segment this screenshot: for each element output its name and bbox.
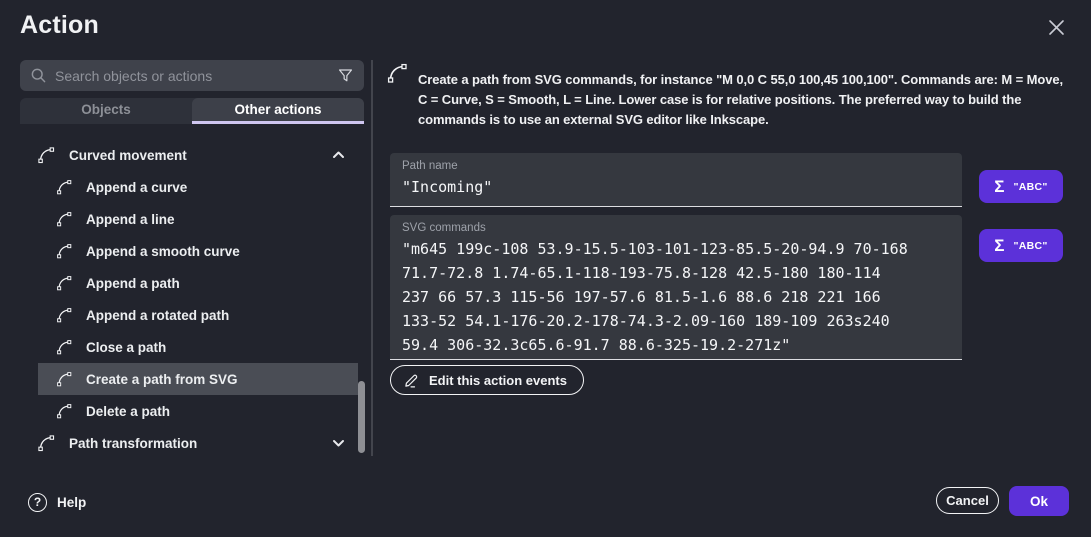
path-name-label: Path name <box>402 160 950 172</box>
help-icon: ? <box>28 493 47 512</box>
action-description: Create a path from SVG commands, for ins… <box>418 70 1074 130</box>
edit-events-label: Edit this action events <box>429 373 567 388</box>
tree-row-label: Append a path <box>86 276 180 291</box>
tree-item-delete-a-path[interactable]: Delete a path <box>38 395 358 427</box>
svg-commands-value[interactable]: "m645 199c-108 53.9-15.5-103-101-123-85.… <box>402 237 950 357</box>
help-label: Help <box>57 495 86 510</box>
tree-row-label: Path transformation <box>69 436 197 451</box>
curve-path-icon <box>55 274 73 292</box>
tree-item-append-a-rotated-path[interactable]: Append a rotated path <box>38 299 358 331</box>
curve-path-icon <box>385 61 409 85</box>
edit-action-events-button[interactable]: Edit this action events <box>390 365 584 395</box>
tree-row-label: Delete a path <box>86 404 170 419</box>
cancel-button[interactable]: Cancel <box>936 487 999 514</box>
tree-row-label: Append a line <box>86 212 175 227</box>
sigma-icon: Σ <box>994 237 1004 254</box>
tree-item-append-a-curve[interactable]: Append a curve <box>38 171 358 203</box>
chevron-up-icon[interactable] <box>332 151 345 160</box>
tab-other-actions[interactable]: Other actions <box>192 98 364 124</box>
curve-path-icon <box>55 178 73 196</box>
tree-group-path-transformation[interactable]: Path transformation <box>20 427 358 459</box>
expression-editor-button-path-name[interactable]: Σ "ABC" <box>979 170 1063 203</box>
tree-row-label: Append a rotated path <box>86 308 229 323</box>
curve-path-icon <box>36 433 56 453</box>
svg-commands-field[interactable]: SVG commands "m645 199c-108 53.9-15.5-10… <box>390 215 962 360</box>
tree-row-label: Close a path <box>86 340 166 355</box>
tree-item-create-a-path-from-svg[interactable]: Create a path from SVG <box>38 363 358 395</box>
list-scrollbar-thumb[interactable] <box>358 381 365 453</box>
expression-editor-button-svg-commands[interactable]: Σ "ABC" <box>979 229 1063 262</box>
search-input[interactable] <box>55 68 329 84</box>
pane-divider <box>371 60 373 456</box>
ok-button[interactable]: Ok <box>1009 486 1069 516</box>
abc-label: "ABC" <box>1013 181 1047 193</box>
sigma-icon: Σ <box>994 178 1004 195</box>
curve-path-icon <box>55 242 73 260</box>
tree-item-append-a-path[interactable]: Append a path <box>38 267 358 299</box>
tree-row-label: Create a path from SVG <box>86 372 238 387</box>
tree-row-label: Curved movement <box>69 148 187 163</box>
abc-label: "ABC" <box>1013 240 1047 252</box>
tree-item-append-a-smooth-curve[interactable]: Append a smooth curve <box>38 235 358 267</box>
tree-group-curved-movement[interactable]: Curved movement <box>20 139 358 171</box>
search-icon <box>30 67 47 84</box>
svg-commands-label: SVG commands <box>402 222 950 234</box>
curve-path-icon <box>55 338 73 356</box>
curve-path-icon <box>55 370 73 388</box>
search-bar <box>20 60 364 91</box>
curve-path-icon <box>36 145 56 165</box>
dialog-title: Action <box>20 11 99 40</box>
tab-bar: ObjectsOther actions <box>20 98 364 124</box>
pencil-icon <box>403 372 420 389</box>
curve-path-icon <box>55 402 73 420</box>
close-icon[interactable] <box>1043 14 1069 40</box>
path-name-field[interactable]: Path name "Incoming" <box>390 153 962 207</box>
curve-path-icon <box>55 306 73 324</box>
action-dialog: Action ObjectsOther actions Curved movem… <box>0 0 1091 537</box>
chevron-down-icon[interactable] <box>332 439 345 448</box>
tab-objects[interactable]: Objects <box>20 98 192 124</box>
tree-row-label: Append a smooth curve <box>86 244 240 259</box>
help-button[interactable]: ? Help <box>28 490 86 514</box>
path-name-value[interactable]: "Incoming" <box>402 175 950 199</box>
tree-row-label: Append a curve <box>86 180 187 195</box>
tree-item-append-a-line[interactable]: Append a line <box>38 203 358 235</box>
filter-funnel-icon[interactable] <box>337 67 354 84</box>
tree-item-close-a-path[interactable]: Close a path <box>38 331 358 363</box>
curve-path-icon <box>55 210 73 228</box>
actions-tree: Curved movement Append a curve Append a li… <box>20 139 358 459</box>
